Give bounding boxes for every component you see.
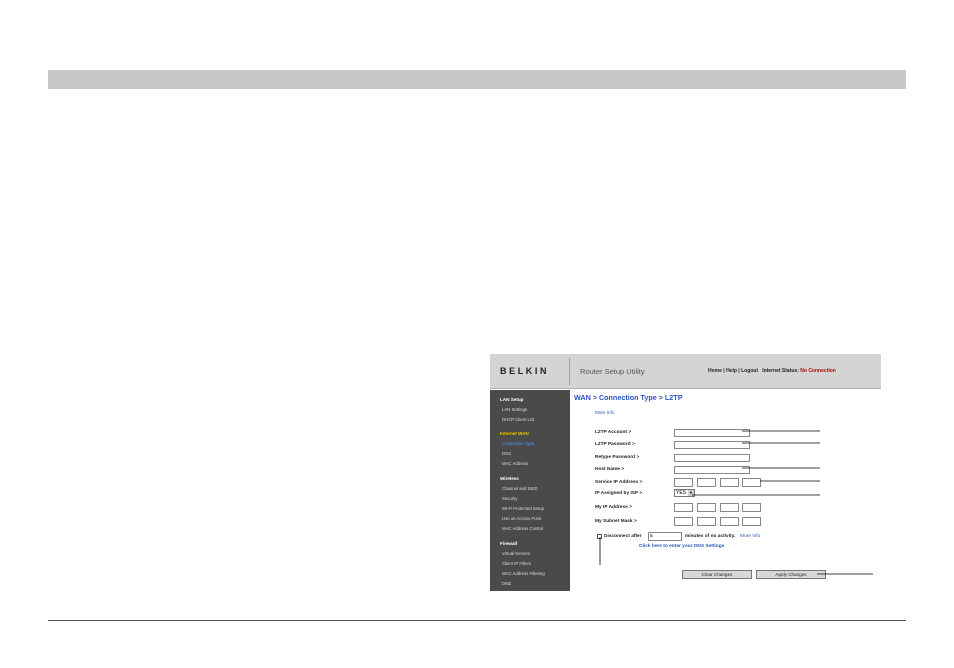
apply-changes-button[interactable]: Apply Changes — [756, 570, 826, 579]
ip-dot: . — [694, 521, 696, 526]
sidebar-item-wps[interactable]: Wi-Fi Protected Setup — [502, 506, 544, 511]
internet-status-value: No Connection — [800, 368, 836, 374]
my-ip-label: My IP Address > — [595, 505, 632, 510]
my-ip-octet-2[interactable] — [697, 503, 716, 512]
subnet-octet-3[interactable] — [720, 517, 739, 526]
nav-links[interactable]: Home | Help | Logout — [708, 368, 758, 374]
internet-status-label: Internet Status: — [762, 368, 799, 374]
sidebar-item-client-ip-filters[interactable]: Client IP Filters — [502, 561, 531, 566]
sidebar-item-channel-ssid[interactable]: Channel and SSID — [502, 486, 538, 491]
my-ip-octet-1[interactable] — [674, 503, 693, 512]
ip-dot: . — [694, 482, 696, 487]
sidebar-item-dhcp-client-list[interactable]: DHCP Client List — [502, 417, 534, 422]
sidebar-heading-wireless[interactable]: Wireless — [500, 476, 519, 481]
ip-assigned-select[interactable]: YES ▼ — [674, 489, 695, 497]
subnet-octet-2[interactable] — [697, 517, 716, 526]
retype-password-label: Retype Password > — [595, 455, 640, 460]
sidebar-item-connection-type[interactable]: Connection Type — [502, 441, 534, 446]
my-ip-octet-3[interactable] — [720, 503, 739, 512]
ip-dot: . — [717, 507, 719, 512]
page-title: WAN > Connection Type > L2TP — [574, 393, 683, 402]
top-banner-bar — [48, 70, 906, 89]
clear-changes-button[interactable]: Clear Changes — [682, 570, 752, 579]
sidebar-heading-lan-setup[interactable]: LAN Setup — [500, 397, 523, 402]
l2tp-account-label: L2TP Account > — [595, 430, 632, 435]
l2tp-password-label: L2TP Password > — [595, 442, 635, 447]
service-ip-octet-4[interactable] — [742, 478, 761, 487]
ip-assigned-value: YES — [676, 490, 687, 496]
disconnect-minutes-input[interactable]: 5 — [648, 532, 682, 541]
subnet-octet-4[interactable] — [742, 517, 761, 526]
bottom-divider — [48, 620, 906, 621]
subnet-octet-1[interactable] — [674, 517, 693, 526]
service-ip-octet-1[interactable] — [674, 478, 693, 487]
service-ip-octet-2[interactable] — [697, 478, 716, 487]
sidebar-heading-internet-wan[interactable]: Internet WAN — [500, 431, 529, 436]
sidebar-item-security[interactable]: Security — [502, 496, 518, 501]
ip-assigned-label: IP Assigned by ISP > — [595, 491, 643, 496]
dns-settings-link[interactable]: Click here to enter your DNS Settings — [639, 544, 724, 549]
router-setup-screenshot: BELKIN Router Setup Utility Home | Help … — [490, 354, 881, 591]
ip-dot: . — [694, 507, 696, 512]
l2tp-account-input[interactable] — [674, 429, 750, 437]
sidebar-item-mac-address[interactable]: MAC Address — [502, 461, 528, 466]
host-name-label: Host Name > — [595, 467, 625, 472]
sidebar-item-dns[interactable]: DNS — [502, 451, 511, 456]
l2tp-password-input[interactable] — [674, 441, 750, 449]
disconnect-checkbox[interactable] — [597, 534, 602, 539]
header-links: Home | Help | Logout Internet Status: No… — [708, 368, 836, 374]
my-ip-octet-4[interactable] — [742, 503, 761, 512]
sidebar-item-dmz[interactable]: DMZ — [502, 581, 511, 586]
ip-dot: . — [717, 521, 719, 526]
sidebar-item-lan-settings[interactable]: LAN Settings — [502, 407, 527, 412]
chevron-down-icon[interactable]: ▼ — [688, 490, 694, 496]
utility-header: BELKIN Router Setup Utility Home | Help … — [490, 354, 881, 389]
service-ip-octet-3[interactable] — [720, 478, 739, 487]
ip-dot: . — [717, 482, 719, 487]
header-divider — [569, 358, 570, 385]
disconnect-label: Disconnect after — [604, 534, 642, 539]
sidebar-heading-firewall[interactable]: Firewall — [500, 541, 517, 546]
sidebar-item-mac-address-control[interactable]: MAC Address Control — [502, 526, 543, 531]
main-panel: WAN > Connection Type > L2TP More Info L… — [570, 390, 881, 591]
sidebar-item-virtual-servers[interactable]: Virtual Servers — [502, 551, 530, 556]
utility-title: Router Setup Utility — [580, 367, 645, 376]
sidebar-item-access-point[interactable]: Use as Access Point — [502, 516, 541, 521]
sidebar: LAN Setup LAN Settings DHCP Client List … — [490, 390, 570, 591]
belkin-logo: BELKIN — [500, 366, 550, 376]
subnet-mask-label: My Subnet Mask > — [595, 519, 637, 524]
minutes-label: minutes of no activity. — [685, 534, 736, 539]
more-info-link-2[interactable]: More Info — [740, 534, 760, 539]
service-ip-label: Service IP Address > — [595, 480, 643, 485]
retype-password-input[interactable] — [674, 454, 750, 462]
sidebar-item-mac-address-filtering[interactable]: MAC Address Filtering — [502, 571, 545, 576]
more-info-link[interactable]: More Info — [595, 410, 614, 415]
host-name-input[interactable] — [674, 466, 750, 474]
